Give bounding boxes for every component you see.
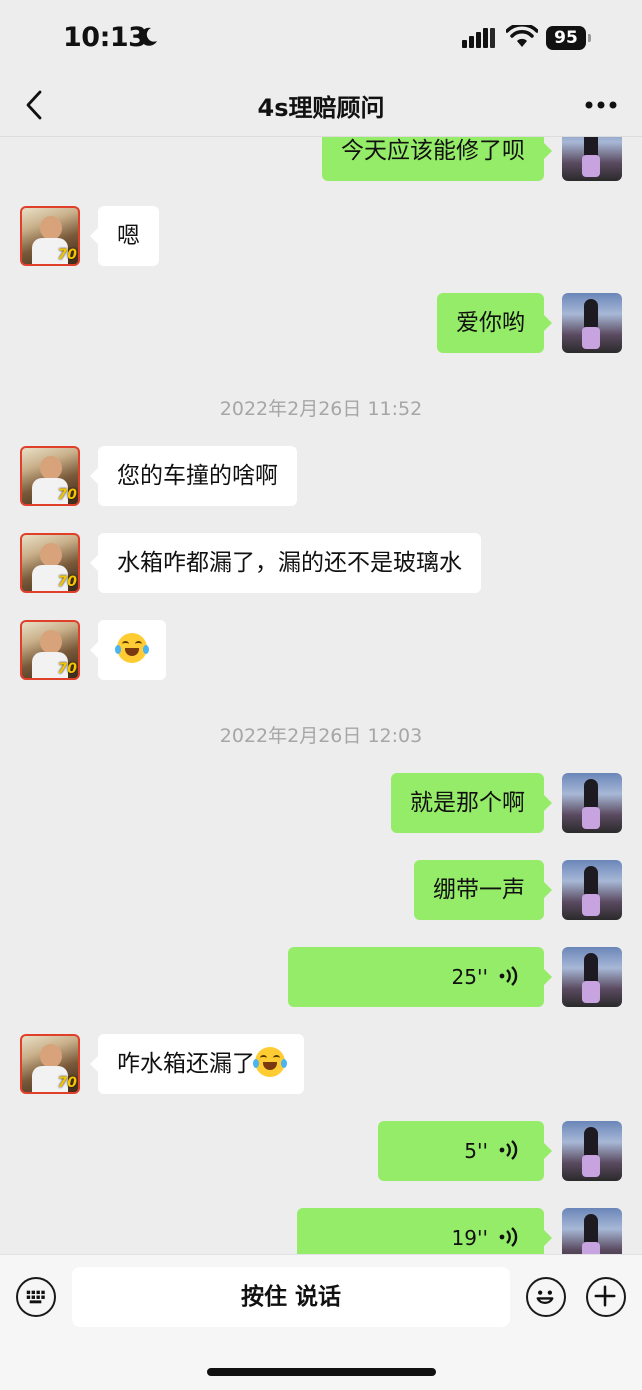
message-bubble-contact[interactable]: 咋水箱还漏了 — [90, 1034, 304, 1094]
avatar-contact[interactable]: 70 — [20, 1034, 80, 1094]
voice-message-bubble[interactable]: 19'' — [297, 1208, 552, 1254]
avatar-contact[interactable]: 70 — [20, 620, 80, 680]
message-bubble-self[interactable]: 就是那个啊 — [391, 773, 552, 833]
message-bubble-self[interactable]: 今天应该能修了呗 — [322, 137, 552, 181]
chat-header: 4s理赔顾问 — [0, 76, 642, 137]
status-bar: 10:13 95 — [0, 0, 642, 76]
emoji-button[interactable] — [526, 1277, 566, 1317]
avatar-self[interactable] — [562, 1121, 622, 1181]
message-bubble-contact[interactable]: 您的车撞的啥啊 — [90, 446, 297, 506]
keyboard-toggle-button[interactable] — [16, 1277, 56, 1317]
battery-indicator: 95 — [546, 26, 592, 50]
face-with-tears-of-joy-icon — [253, 1047, 287, 1077]
avatar-self[interactable] — [562, 947, 622, 1007]
wifi-icon — [506, 25, 538, 47]
avatar-self[interactable] — [562, 773, 622, 833]
voice-wave-icon — [499, 965, 518, 986]
status-time: 10:13 — [63, 22, 147, 53]
voice-duration: 5'' — [464, 1139, 488, 1163]
message-timestamp: 2022年2月26日 11:52 — [219, 398, 423, 420]
avatar-self[interactable] — [562, 860, 622, 920]
face-with-tears-of-joy-icon — [115, 633, 149, 663]
cellular-signal-icon — [462, 28, 495, 48]
hold-to-talk-button[interactable]: 按住 说话 — [72, 1267, 510, 1327]
avatar-contact[interactable]: 70 — [20, 206, 80, 266]
message-bubble-contact[interactable]: 水箱咋都漏了，漏的还不是玻璃水 — [90, 533, 481, 593]
voice-message-bubble[interactable]: 25'' — [288, 947, 552, 1007]
more-icon[interactable] — [584, 100, 618, 110]
chat-title: 4s理赔顾问 — [257, 94, 385, 122]
keyboard-icon — [26, 1290, 45, 1304]
message-list[interactable]: 今天应该能修了呗 70 嗯 爱你哟 2022年2月26日 11:52 70 您的… — [0, 137, 642, 1254]
plus-icon — [594, 1285, 616, 1307]
voice-message-bubble[interactable]: 5'' — [378, 1121, 552, 1181]
home-indicator — [207, 1368, 436, 1376]
voice-duration: 25'' — [451, 965, 488, 989]
more-actions-button[interactable] — [586, 1277, 626, 1317]
voice-wave-icon — [499, 1139, 518, 1160]
message-bubble-self[interactable]: 爱你哟 — [437, 293, 552, 353]
moon-icon — [140, 27, 157, 46]
message-bubble-contact[interactable]: 嗯 — [90, 206, 159, 266]
avatar-self[interactable] — [562, 293, 622, 353]
message-timestamp: 2022年2月26日 12:03 — [219, 725, 423, 747]
battery-level: 95 — [546, 26, 586, 50]
avatar-self[interactable] — [562, 137, 622, 181]
message-bubble-contact[interactable] — [90, 620, 166, 680]
avatar-contact[interactable]: 70 — [20, 446, 80, 506]
voice-duration: 19'' — [451, 1226, 488, 1250]
voice-wave-icon — [499, 1226, 518, 1247]
emoji-icon — [536, 1290, 554, 1304]
avatar-contact[interactable]: 70 — [20, 533, 80, 593]
avatar-self[interactable] — [562, 1208, 622, 1254]
message-bubble-self[interactable]: 绷带一声 — [414, 860, 552, 920]
message-text: 咋水箱还漏了 — [117, 1051, 255, 1077]
